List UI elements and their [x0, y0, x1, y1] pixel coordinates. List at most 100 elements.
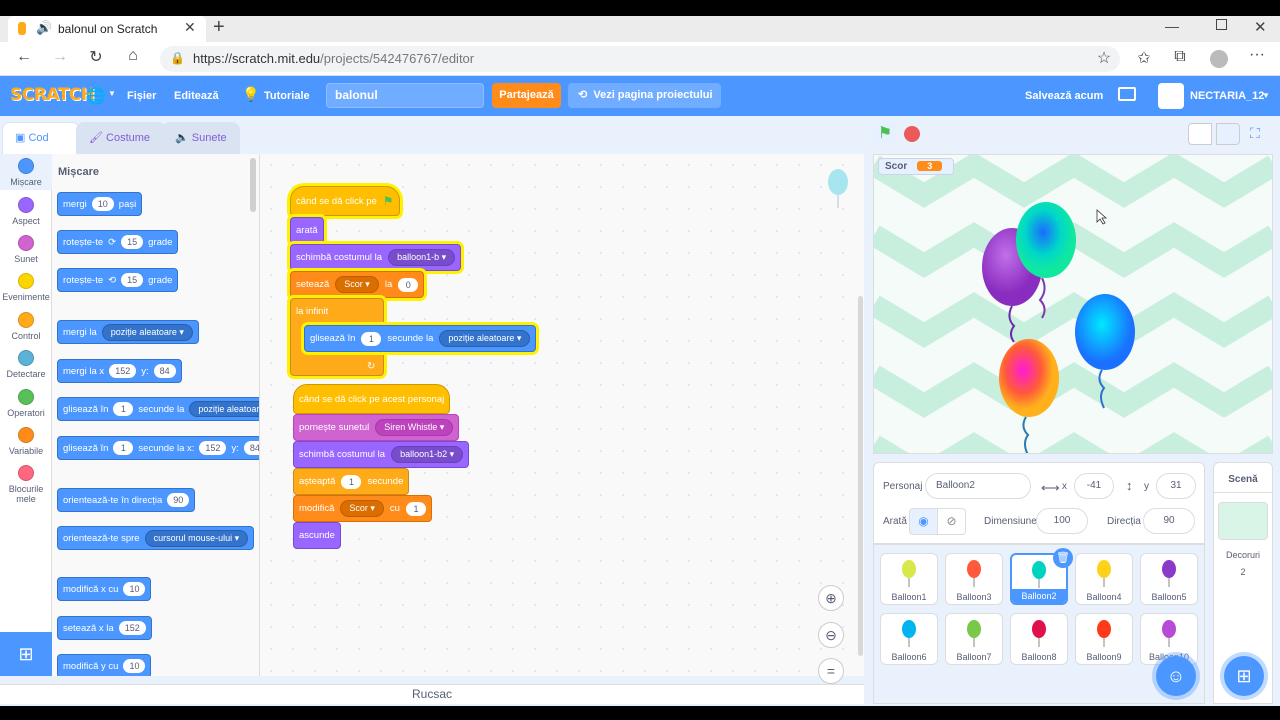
forward-icon[interactable]: → [50, 48, 70, 66]
category-4[interactable]: Evenimente [0, 273, 52, 302]
scratch-logo[interactable]: SCRATCH [10, 85, 95, 105]
block-input[interactable]: 152 [118, 621, 146, 635]
avatar[interactable] [1158, 83, 1184, 109]
block-change-x[interactable]: modifică x cu 10 [57, 577, 152, 601]
block-input[interactable]: 1 [113, 441, 134, 455]
block-input[interactable]: 0 [398, 277, 419, 292]
block-set-variable[interactable]: setează Scor ▾ la 0 [290, 271, 425, 298]
block-start-sound[interactable]: pornește sunetul Siren Whistle ▾ [293, 414, 460, 441]
block-set-x[interactable]: setează x la 152 [57, 616, 152, 640]
size-field[interactable]: 100 [1036, 508, 1088, 534]
fullscreen-icon[interactable]: ⛶ [1250, 125, 1260, 142]
menu-tutorials[interactable]: Tutoriale [264, 90, 310, 102]
block-turn-right[interactable]: rotește-te ⟳ 15 grade [57, 230, 179, 254]
x-field[interactable]: -41 [1074, 473, 1114, 499]
close-window-icon[interactable]: ✕ [1254, 18, 1267, 36]
block-input[interactable]: 1 [341, 474, 362, 489]
block-dropdown[interactable]: balloon1-b ▾ [388, 249, 456, 266]
sprite-tile[interactable]: Balloon8 [1010, 613, 1068, 665]
account-chevron-down-icon[interactable]: ▼ [1262, 91, 1270, 100]
profile-icon[interactable] [1210, 50, 1228, 68]
block-input[interactable]: 10 [91, 197, 114, 211]
block-move-steps[interactable]: mergi 10 pași [57, 192, 143, 216]
hat-when-flag-clicked[interactable]: când se dă click pe ⚑ [290, 186, 400, 216]
add-extension-button[interactable]: ⊞ [0, 632, 52, 676]
palette-scrollbar[interactable] [250, 158, 256, 212]
block-glide-to-xy[interactable]: glisează în 1 secunde la x: 152 y: 84 [57, 436, 259, 460]
sprite-tile[interactable]: Balloon3 [945, 553, 1003, 605]
block-glide-to[interactable]: glisează în 1 secunde la poziție aleatoare [57, 397, 259, 421]
sprite-name-field[interactable]: Balloon2 [925, 473, 1031, 499]
block-dropdown[interactable]: poziție aleatoare [189, 401, 259, 417]
block-point-direction[interactable]: orientează-te în direcția 90 [57, 488, 196, 512]
script-area[interactable]: când se dă click pe ⚑ arată schimbă costu… [260, 154, 864, 684]
category-7[interactable]: Operatori [0, 389, 52, 418]
favorites-icon[interactable]: ✩ [1134, 48, 1154, 68]
category-8[interactable]: Variabile [0, 427, 52, 456]
category-5[interactable]: Control [0, 312, 52, 341]
block-show[interactable]: arată [290, 217, 324, 244]
username[interactable]: NECTARIA_12 [1190, 90, 1264, 102]
block-input[interactable]: 10 [123, 659, 146, 673]
block-dropdown[interactable]: Siren Whistle ▾ [375, 419, 454, 436]
project-title-input[interactable]: balonul [326, 83, 484, 108]
backpack[interactable]: Rucsac [0, 684, 864, 704]
block-dropdown[interactable]: Scor ▾ [340, 500, 384, 517]
green-flag-button[interactable]: ⚑ [874, 123, 896, 145]
stop-icon[interactable] [904, 126, 920, 142]
block-input[interactable]: 84 [243, 441, 259, 455]
menu-edit[interactable]: Editează [174, 90, 219, 102]
home-icon[interactable]: ⌂ [123, 47, 143, 65]
maximize-icon[interactable] [1216, 19, 1227, 30]
sprite-tile[interactable]: Balloon5 [1140, 553, 1198, 605]
block-dropdown[interactable]: poziție aleatoare ▾ [101, 323, 193, 341]
new-tab-icon[interactable]: + [213, 16, 225, 39]
back-icon[interactable]: ← [14, 48, 34, 66]
balloon-pink[interactable] [999, 339, 1059, 454]
choose-sprite-button[interactable]: ☺ [1156, 656, 1196, 696]
favorite-add-icon[interactable]: ☆ [1094, 48, 1114, 68]
choose-backdrop-button[interactable]: ⊞ [1224, 656, 1264, 696]
block-go-to[interactable]: mergi la poziție aleatoare ▾ [57, 320, 199, 344]
save-now-button[interactable]: Salvează acum [1025, 90, 1103, 102]
block-input[interactable]: 1 [113, 402, 134, 416]
block-point-towards[interactable]: orientează-te spre cursorul mouse-ului ▾ [57, 526, 255, 550]
share-button[interactable]: Partajează [492, 83, 561, 108]
tab-costumes[interactable]: 🖌 Costume [76, 122, 166, 154]
small-stage-icon[interactable] [1188, 123, 1212, 145]
sprite-tile[interactable]: Balloon7 [945, 613, 1003, 665]
block-dropdown[interactable]: poziție aleatoare ▾ [439, 330, 531, 347]
block-dropdown[interactable]: Scor ▾ [335, 276, 379, 293]
sprite-tile[interactable]: Balloon9 [1075, 613, 1133, 665]
menu-file[interactable]: Fișier [127, 90, 156, 102]
y-field[interactable]: 31 [1156, 473, 1196, 499]
block-input[interactable]: 15 [121, 273, 144, 287]
stage[interactable] [873, 154, 1273, 454]
zoom-in-icon[interactable]: ⊕ [818, 585, 844, 611]
reload-icon[interactable]: ↻ [86, 47, 106, 67]
block-input[interactable]: 10 [123, 582, 146, 596]
see-project-page-button[interactable]: ⟲ Vezi pagina proiectului [568, 83, 721, 108]
block-input[interactable]: 152 [199, 441, 227, 455]
lightbulb-icon[interactable]: 💡 [242, 86, 259, 103]
variable-monitor-score[interactable]: Scor 3 [878, 158, 954, 175]
sprite-tile[interactable]: Balloon4 [1075, 553, 1133, 605]
script-area-scrollbar[interactable] [858, 296, 863, 656]
my-stuff-folder-icon[interactable] [1118, 87, 1136, 101]
block-input[interactable]: 84 [153, 364, 176, 378]
block-go-to-xy[interactable]: mergi la x 152 y: 84 [57, 359, 182, 383]
block-change-y[interactable]: modifică y cu 10 [57, 654, 152, 676]
close-tab-icon[interactable]: ✕ [184, 19, 196, 36]
minimize-icon[interactable]: — [1165, 18, 1179, 34]
sprite-tile[interactable]: Balloon6 [880, 613, 938, 665]
category-3[interactable]: Sunet [0, 235, 52, 264]
block-hide[interactable]: ascunde [293, 522, 341, 549]
block-input[interactable]: 90 [167, 493, 190, 507]
block-input[interactable]: 1 [405, 501, 426, 516]
zoom-reset-icon[interactable]: = [818, 658, 844, 684]
block-input[interactable]: 152 [109, 364, 137, 378]
block-wait[interactable]: așteaptă 1 secunde [293, 468, 410, 495]
block-change-variable[interactable]: modifică Scor ▾ cu 1 [293, 495, 432, 522]
sprite-tile[interactable]: Balloon1 [880, 553, 938, 605]
block-switch-costume[interactable]: schimbă costumul la balloon1-b ▾ [290, 244, 462, 271]
